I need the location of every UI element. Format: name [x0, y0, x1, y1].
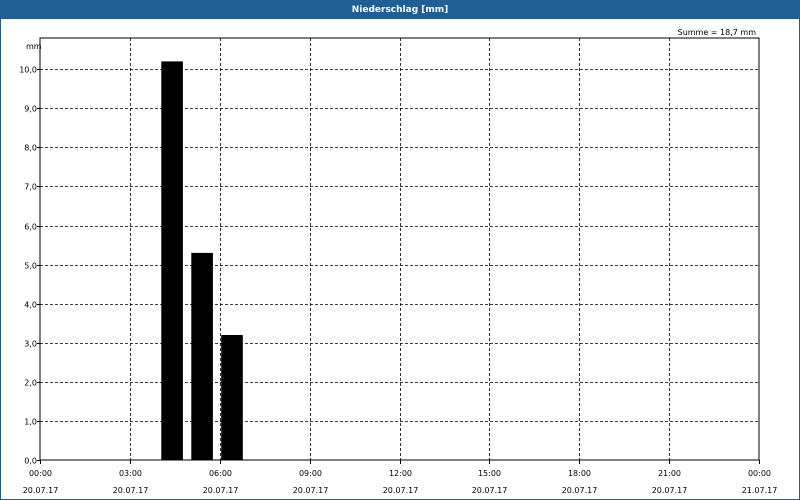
bar — [191, 252, 213, 460]
y-tick-label: 5,0 — [24, 262, 37, 271]
y-tick-label: 8,0 — [24, 144, 37, 153]
y-tick-label: 3,0 — [24, 340, 37, 349]
chart-title: Niederschlag [mm] — [1, 1, 799, 19]
bars — [161, 61, 243, 461]
x-tick-date-label: 20.07.17 — [383, 486, 419, 495]
axes — [37, 37, 760, 464]
x-tick-time-label: 03:00 — [119, 469, 142, 478]
x-tick-time-label: 21:00 — [658, 469, 681, 478]
x-tick-time-label: 18:00 — [568, 469, 591, 478]
precipitation-chart: 0,0 1,0 2,0 3,0 4,0 5,0 6,0 7,0 8,0 9,0 10,0 00:00… — [19, 28, 778, 495]
x-tick-date-label: 20.07.17 — [293, 486, 329, 495]
x-tick-time-label: 00:00 — [748, 469, 771, 478]
x-tick-date-label: 20.07.17 — [113, 486, 149, 495]
x-tick-time-label: 09:00 — [299, 469, 322, 478]
y-tick-label: 4,0 — [24, 301, 37, 310]
bar — [221, 335, 243, 460]
y-tick-label: 6,0 — [24, 223, 37, 232]
x-tick-time-label: 00:00 — [29, 469, 52, 478]
x-tick-time-label: 06:00 — [209, 469, 232, 478]
y-tick-label: 0,0 — [24, 457, 37, 466]
sum-label: Summe = 18,7 mm — [678, 28, 757, 37]
y-tick-label: 10,0 — [19, 66, 37, 75]
x-tick-date-label: 20.07.17 — [203, 486, 239, 495]
x-tick-date-label: 21.07.17 — [742, 486, 778, 495]
x-tick-labels: 00:00 20.07.17 03:00 20.07.17 06:00 20.07.17 0… — [23, 469, 778, 495]
bar — [161, 61, 183, 461]
x-tick-date-label: 20.07.17 — [23, 486, 59, 495]
y-tick-label: 2,0 — [24, 379, 37, 388]
x-tick-date-label: 20.07.17 — [562, 486, 598, 495]
y-tick-label: 1,0 — [24, 418, 37, 427]
grid-lines — [40, 38, 759, 460]
y-tick-label: 7,0 — [24, 183, 37, 192]
y-tick-label: 9,0 — [24, 105, 37, 114]
y-tick-labels: 0,0 1,0 2,0 3,0 4,0 5,0 6,0 7,0 8,0 9,0 10,0 — [19, 66, 37, 466]
y-unit-label: mm — [26, 42, 42, 51]
x-tick-date-label: 20.07.17 — [472, 486, 508, 495]
chart-window: Niederschlag [mm] 0,0 1,0 2,0 3,0 4,0 5,0 6,0 7… — [0, 0, 800, 500]
x-tick-time-label: 15:00 — [478, 469, 501, 478]
x-tick-time-label: 12:00 — [389, 469, 412, 478]
x-tick-date-label: 20.07.17 — [652, 486, 688, 495]
plot-border — [39, 37, 760, 461]
